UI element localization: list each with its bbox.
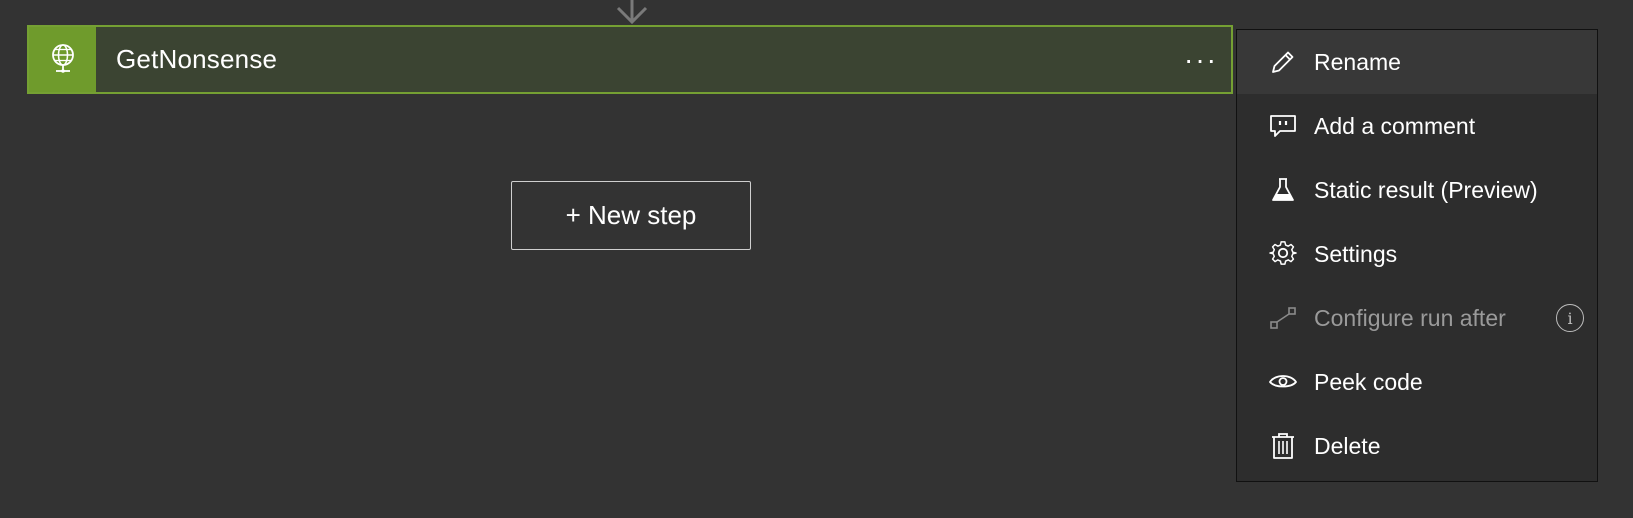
comment-icon [1268,111,1298,141]
action-card-title[interactable]: GetNonsense [96,27,1171,92]
connector-arrow-icon [616,0,648,25]
designer-canvas: GetNonsense ··· + New step Rename Add a … [0,0,1633,518]
menu-item-static-result[interactable]: Static result (Preview) [1237,158,1597,222]
menu-item-peek-code[interactable]: Peek code [1237,350,1597,414]
context-menu: Rename Add a comment Static result (Prev… [1236,29,1598,482]
menu-item-label: Rename [1314,48,1401,75]
menu-item-configure-run-after: Configure run after i [1237,286,1597,350]
menu-item-label: Configure run after [1314,304,1506,331]
menu-item-label: Delete [1314,432,1381,459]
menu-item-rename[interactable]: Rename [1237,30,1597,94]
menu-item-settings[interactable]: Settings [1237,222,1597,286]
pencil-icon [1268,47,1298,77]
globe-icon [29,27,96,92]
more-options-button[interactable]: ··· [1171,27,1231,92]
eye-icon [1268,367,1298,397]
menu-item-label: Add a comment [1314,112,1476,139]
menu-item-label: Static result (Preview) [1314,176,1538,203]
action-card-getnonsense[interactable]: GetNonsense ··· [27,25,1233,94]
flask-icon [1268,175,1298,205]
menu-item-delete[interactable]: Delete [1237,414,1597,478]
gear-icon [1268,239,1298,269]
menu-item-label: Peek code [1314,368,1423,395]
new-step-button[interactable]: + New step [511,181,751,250]
run-after-icon [1268,303,1298,333]
info-icon[interactable]: i [1556,304,1584,332]
trash-icon [1268,431,1298,461]
menu-item-label: Settings [1314,240,1398,267]
menu-item-add-comment[interactable]: Add a comment [1237,94,1597,158]
